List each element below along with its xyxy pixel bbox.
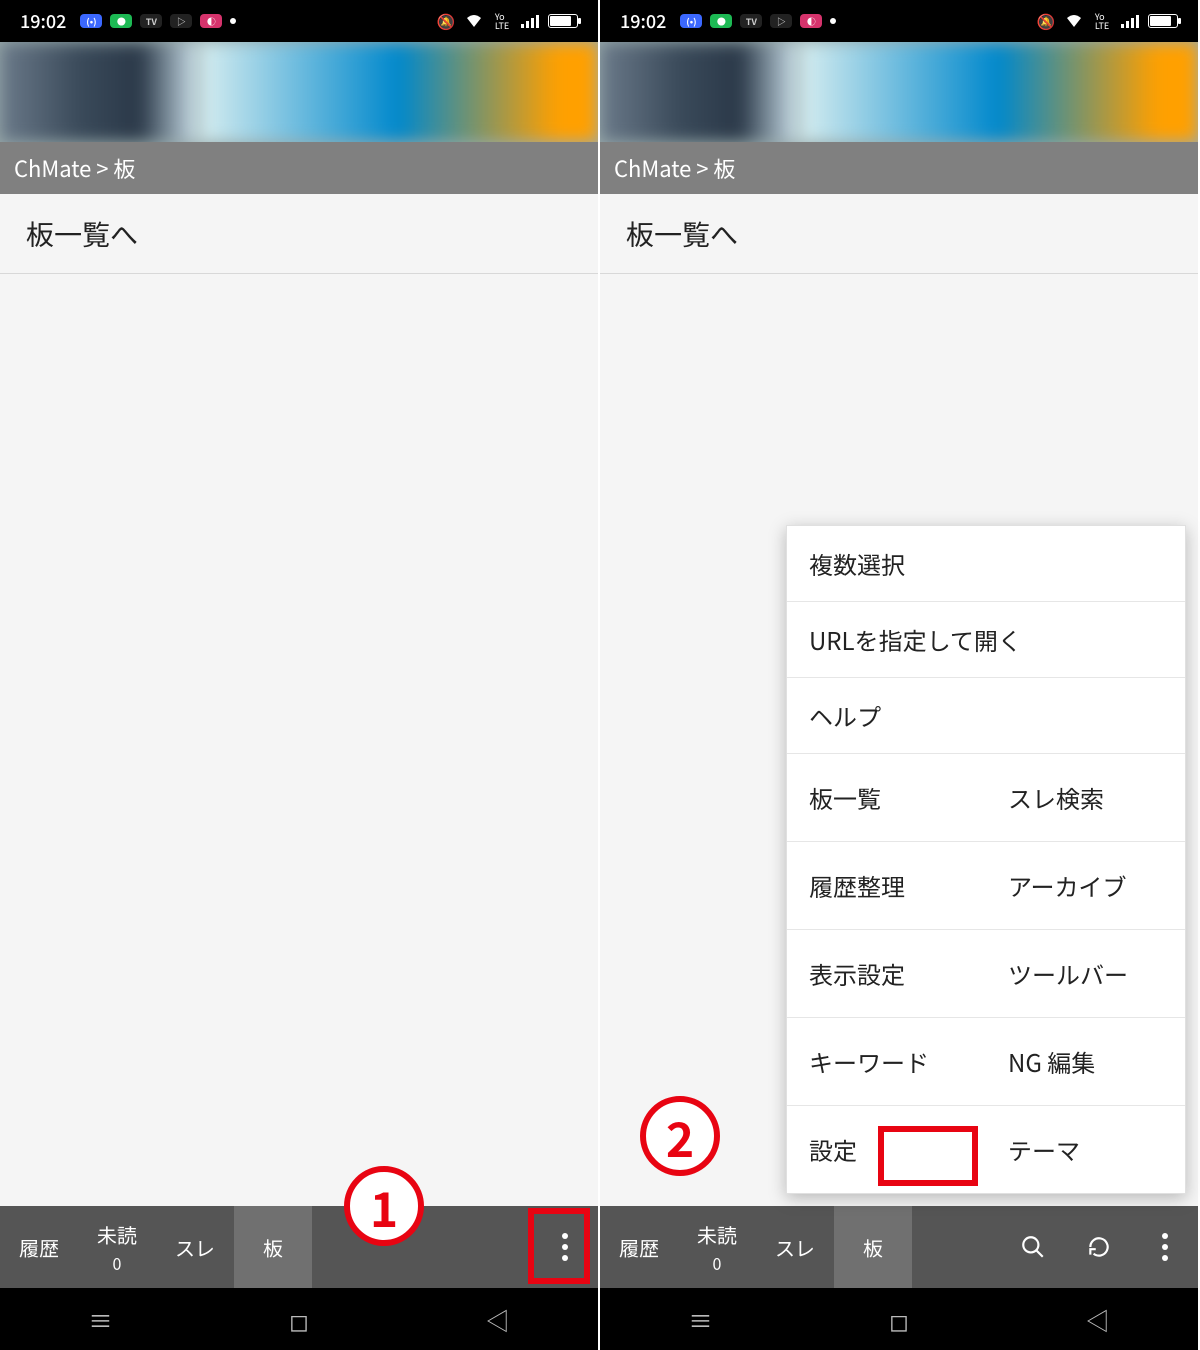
menu-item-keyword[interactable]: キーワード <box>787 1018 986 1106</box>
app-icon: ◐ <box>200 14 222 28</box>
tab-thread[interactable]: スレ <box>156 1206 234 1288</box>
lte-icon: YoLTE <box>492 11 512 31</box>
app-icon: ◐ <box>800 14 822 28</box>
annotation-step-1: 1 <box>344 1166 424 1246</box>
content-area: 複数選択 URLを指定して開く ヘルプ 板一覧 スレ検索 履歴整理 アーカイブ … <box>600 274 1198 1206</box>
more-dot-icon <box>230 18 236 24</box>
more-dot-icon <box>830 18 836 24</box>
menu-item-thread-search[interactable]: スレ検索 <box>986 754 1185 842</box>
menu-item-settings[interactable]: 設定 <box>787 1106 986 1193</box>
app-icon: (•) <box>680 14 702 28</box>
app-icon: TV <box>740 14 762 28</box>
more-vert-icon <box>562 1233 568 1261</box>
menu-item-theme[interactable]: テーマ <box>986 1106 1185 1193</box>
back-icon[interactable]: ◁ <box>486 1302 510 1337</box>
app-icon: ● <box>110 14 132 28</box>
overflow-menu: 複数選択 URLを指定して開く ヘルプ 板一覧 スレ検索 履歴整理 アーカイブ … <box>786 525 1186 1194</box>
mute-icon: 🔕 <box>1036 11 1056 31</box>
more-vert-icon <box>1162 1233 1168 1261</box>
mute-icon: 🔕 <box>436 11 456 31</box>
battery-icon <box>548 14 578 28</box>
wifi-icon <box>1064 11 1084 31</box>
list-item-label: 板一覧へ <box>626 214 738 254</box>
breadcrumb-text: ChMate > 板 <box>614 152 735 184</box>
phone-left: 19:02 (•) ● TV ▷ ◐ 🔕 YoLTE ChMate > 板 板一… <box>0 0 600 1350</box>
breadcrumb-text: ChMate > 板 <box>14 152 135 184</box>
annotation-step-2: 2 <box>640 1096 720 1176</box>
app-icon: ▷ <box>770 14 792 28</box>
status-time: 19:02 <box>20 8 66 34</box>
bottom-tab-bar: 履歴 未読 0 スレ 板 <box>600 1206 1198 1288</box>
menu-item-multi-select[interactable]: 複数選択 <box>787 526 1185 602</box>
signal-icon <box>520 11 540 31</box>
tab-history[interactable]: 履歴 <box>0 1206 78 1288</box>
recent-apps-icon[interactable]: ≡ <box>688 1302 712 1337</box>
menu-item-display-settings[interactable]: 表示設定 <box>787 930 986 1018</box>
menu-item-ng-edit[interactable]: NG 編集 <box>986 1018 1185 1106</box>
phone-right: 19:02 (•) ● TV ▷ ◐ 🔕 YoLTE ChMate > 板 板一… <box>600 0 1200 1350</box>
tab-board[interactable]: 板 <box>234 1206 312 1288</box>
status-left: 19:02 (•) ● TV ▷ ◐ <box>620 8 836 34</box>
tab-unread[interactable]: 未読 0 <box>678 1206 756 1288</box>
menu-item-open-url[interactable]: URLを指定して開く <box>787 602 1185 678</box>
status-bar: 19:02 (•) ● TV ▷ ◐ 🔕 YoLTE <box>0 0 598 42</box>
breadcrumb: ChMate > 板 <box>600 142 1198 194</box>
search-icon <box>1020 1234 1046 1260</box>
tab-unread[interactable]: 未読 0 <box>78 1206 156 1288</box>
content-area <box>0 274 598 1206</box>
signal-icon <box>1120 11 1140 31</box>
status-left: 19:02 (•) ● TV ▷ ◐ <box>20 8 236 34</box>
list-item-board-list[interactable]: 板一覧へ <box>0 194 598 274</box>
back-icon[interactable]: ◁ <box>1086 1302 1110 1337</box>
menu-item-toolbar[interactable]: ツールバー <box>986 930 1185 1018</box>
app-icon: (•) <box>80 14 102 28</box>
ad-banner[interactable] <box>600 42 1198 142</box>
tab-thread[interactable]: スレ <box>756 1206 834 1288</box>
breadcrumb: ChMate > 板 <box>0 142 598 194</box>
menu-item-history-cleanup[interactable]: 履歴整理 <box>787 842 986 930</box>
android-nav-bar: ≡ ◻ ◁ <box>0 1288 598 1350</box>
status-time: 19:02 <box>620 8 666 34</box>
app-icon: ● <box>710 14 732 28</box>
home-icon[interactable]: ◻ <box>889 1302 909 1337</box>
bottom-tab-bar: 履歴 未読 0 スレ 板 <box>0 1206 598 1288</box>
refresh-button[interactable] <box>1066 1206 1132 1288</box>
status-right: 🔕 YoLTE <box>1036 11 1178 31</box>
wifi-icon <box>464 11 484 31</box>
android-nav-bar: ≡ ◻ ◁ <box>600 1288 1198 1350</box>
tab-history[interactable]: 履歴 <box>600 1206 678 1288</box>
search-button[interactable] <box>1000 1206 1066 1288</box>
home-icon[interactable]: ◻ <box>289 1302 309 1337</box>
refresh-icon <box>1086 1234 1112 1260</box>
overflow-menu-button[interactable] <box>1132 1206 1198 1288</box>
menu-item-help[interactable]: ヘルプ <box>787 678 1185 754</box>
app-icon: ▷ <box>170 14 192 28</box>
list-item-board-list[interactable]: 板一覧へ <box>600 194 1198 274</box>
status-right: 🔕 YoLTE <box>436 11 578 31</box>
tab-board[interactable]: 板 <box>834 1206 912 1288</box>
ad-banner[interactable] <box>0 42 598 142</box>
list-item-label: 板一覧へ <box>26 214 138 254</box>
menu-item-board-list[interactable]: 板一覧 <box>787 754 986 842</box>
lte-icon: YoLTE <box>1092 11 1112 31</box>
app-icon: TV <box>140 14 162 28</box>
status-bar: 19:02 (•) ● TV ▷ ◐ 🔕 YoLTE <box>600 0 1198 42</box>
recent-apps-icon[interactable]: ≡ <box>88 1302 112 1337</box>
battery-icon <box>1148 14 1178 28</box>
menu-item-archive[interactable]: アーカイブ <box>986 842 1185 930</box>
overflow-menu-button[interactable] <box>532 1206 598 1288</box>
